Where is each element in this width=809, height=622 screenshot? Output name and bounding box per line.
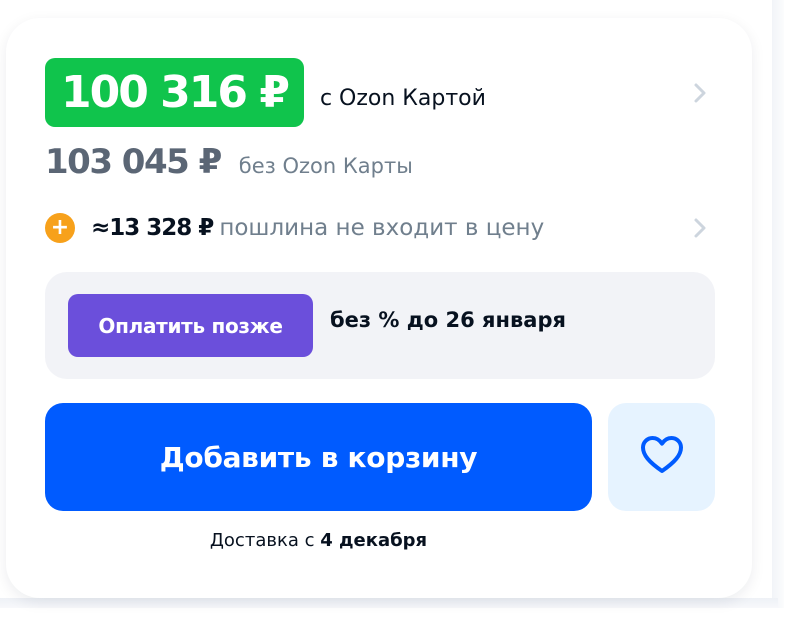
page-edge-bottom: [0, 598, 778, 608]
card-price-row[interactable]: 100 316 ₽ с Ozon Картой: [45, 58, 486, 127]
installment-text: без % до 26 января: [330, 308, 566, 332]
page-edge-right: [772, 0, 784, 608]
card-price-badge: 100 316 ₽: [45, 58, 304, 127]
duty-amount: ≈13 328 ₽: [91, 215, 214, 241]
heart-icon: [639, 434, 685, 480]
card-price-label: с Ozon Картой: [319, 86, 486, 111]
regular-price-label: без Ozon Карты: [238, 154, 413, 178]
delivery-date: 4 декабря: [320, 530, 428, 551]
delivery-info: Доставка с 4 декабря: [45, 530, 592, 551]
favorite-button[interactable]: [608, 403, 715, 511]
duty-row[interactable]: + ≈13 328 ₽ пошлина не входит в цену: [45, 212, 544, 244]
add-to-cart-button[interactable]: Добавить в корзину: [45, 403, 592, 511]
duty-text: пошлина не входит в цену: [219, 215, 545, 241]
delivery-prefix: Доставка с: [209, 530, 321, 551]
installment-box: Оплатить позже без % до 26 января: [45, 272, 715, 379]
plus-icon: +: [45, 213, 75, 243]
regular-price: 103 045 ₽: [45, 142, 222, 182]
regular-price-row: 103 045 ₽ без Ozon Карты: [45, 142, 413, 182]
chevron-right-icon[interactable]: [693, 217, 707, 239]
chevron-right-icon[interactable]: [693, 82, 707, 104]
pay-later-button[interactable]: Оплатить позже: [68, 294, 313, 357]
